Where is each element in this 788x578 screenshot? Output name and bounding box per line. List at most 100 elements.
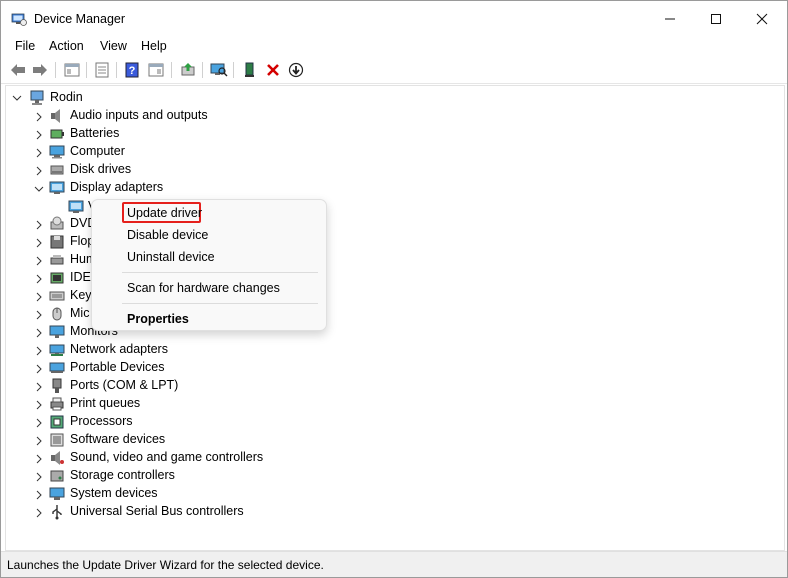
toolbar-separator <box>233 62 234 78</box>
menu-bar: File Action View Help <box>1 37 787 57</box>
toolbar-separator <box>202 62 203 78</box>
help-toolbar-button[interactable]: ? <box>122 60 142 80</box>
context-menu: Update driver Disable device Uninstall d… <box>91 199 327 331</box>
disable-device-icon <box>288 62 304 78</box>
tree-item-label[interactable]: Software devices <box>70 432 165 446</box>
menu-separator <box>122 303 318 304</box>
tree-item-label[interactable]: Batteries <box>70 126 119 140</box>
keyboard-icon <box>49 291 65 301</box>
update-driver-toolbar-button[interactable] <box>178 60 198 80</box>
chevron-right-icon[interactable] <box>34 364 44 374</box>
chevron-right-icon[interactable] <box>34 418 44 428</box>
svg-text:?: ? <box>129 65 136 77</box>
display-adapter-icon <box>49 181 65 194</box>
tree-item-label[interactable]: Universal Serial Bus controllers <box>70 504 244 518</box>
action-pane-icon <box>148 63 164 77</box>
chevron-right-icon[interactable] <box>34 328 44 338</box>
tree-item-label[interactable]: Ports (COM & LPT) <box>70 378 178 392</box>
menu-file[interactable]: File <box>14 39 36 53</box>
computer-icon <box>49 145 65 159</box>
chevron-right-icon[interactable] <box>34 112 44 122</box>
toolbar-separator <box>171 62 172 78</box>
tree-item-label[interactable]: Computer <box>70 144 125 158</box>
storage-icon <box>50 470 64 482</box>
tree-item-label[interactable]: Disk drives <box>70 162 131 176</box>
chevron-right-icon[interactable] <box>34 274 44 284</box>
tree-root-label[interactable]: Rodin <box>50 90 83 104</box>
uninstall-x-icon <box>267 64 279 76</box>
chevron-right-icon[interactable] <box>34 400 44 410</box>
chevron-right-icon[interactable] <box>34 454 44 464</box>
help-icon: ? <box>125 62 139 78</box>
chevron-right-icon[interactable] <box>34 220 44 230</box>
chevron-right-icon[interactable] <box>34 166 44 176</box>
disable-device-toolbar-button[interactable] <box>286 60 306 80</box>
tree-item-label[interactable]: Key <box>70 288 92 302</box>
forward-arrow-icon <box>33 64 47 76</box>
update-driver-icon <box>181 63 195 76</box>
tree-item-label[interactable]: Sound, video and game controllers <box>70 450 263 464</box>
toolbar-separator <box>55 62 56 78</box>
forward-button[interactable] <box>30 60 50 80</box>
chevron-down-icon[interactable] <box>34 184 44 194</box>
disk-icon <box>50 165 64 175</box>
tree-item-label[interactable]: Audio inputs and outputs <box>70 108 208 122</box>
enable-device-icon <box>245 62 254 77</box>
display-adapter-child-icon <box>68 200 84 213</box>
tree-item-label[interactable]: Portable Devices <box>70 360 165 374</box>
tree-item-label[interactable]: Mic <box>70 306 89 320</box>
maximize-icon <box>711 14 721 24</box>
chevron-right-icon[interactable] <box>34 382 44 392</box>
chevron-right-icon[interactable] <box>34 490 44 500</box>
chevron-right-icon[interactable] <box>34 436 44 446</box>
scan-hardware-menu-item[interactable]: Scan for hardware changes <box>127 281 280 295</box>
chevron-right-icon[interactable] <box>34 472 44 482</box>
chevron-right-icon[interactable] <box>34 256 44 266</box>
tree-item-label[interactable]: Print queues <box>70 396 140 410</box>
menu-view[interactable]: View <box>99 39 128 53</box>
chevron-right-icon[interactable] <box>34 310 44 320</box>
update-driver-menu-item[interactable]: Update driver <box>127 206 202 220</box>
device-manager-window: Device Manager File Action View Help ? R… <box>0 0 788 578</box>
tree-item-label[interactable]: IDE <box>70 270 91 284</box>
properties-menu-item[interactable]: Properties <box>127 312 189 326</box>
printer-icon <box>50 397 64 411</box>
enable-device-toolbar-button[interactable] <box>240 60 260 80</box>
tree-item-label[interactable]: Storage controllers <box>70 468 175 482</box>
chevron-right-icon[interactable] <box>34 238 44 248</box>
scan-hardware-toolbar-button[interactable] <box>209 60 229 80</box>
properties-toolbar-button[interactable] <box>92 60 112 80</box>
title-bar: Device Manager <box>1 1 787 37</box>
console-tree-icon <box>64 63 80 77</box>
tree-item-label[interactable]: Display adapters <box>70 180 163 194</box>
menu-help[interactable]: Help <box>140 39 168 53</box>
system-icon <box>49 487 65 500</box>
maximize-button[interactable] <box>693 1 739 37</box>
tree-item-label[interactable]: Network adapters <box>70 342 168 356</box>
back-button[interactable] <box>8 60 28 80</box>
show-hide-console-tree-button[interactable] <box>62 60 82 80</box>
speaker-icon <box>51 109 60 123</box>
chevron-right-icon[interactable] <box>34 148 44 158</box>
window-title: Device Manager <box>34 12 126 26</box>
close-button[interactable] <box>739 1 785 37</box>
tree-item-label[interactable]: System devices <box>70 486 158 500</box>
chevron-right-icon[interactable] <box>34 346 44 356</box>
menu-action[interactable]: Action <box>48 39 85 53</box>
disable-device-menu-item[interactable]: Disable device <box>127 228 208 242</box>
chevron-right-icon[interactable] <box>34 130 44 140</box>
minimize-icon <box>665 18 675 20</box>
sound-icon <box>51 451 64 465</box>
minimize-button[interactable] <box>647 1 693 37</box>
uninstall-device-menu-item[interactable]: Uninstall device <box>127 250 215 264</box>
chevron-down-icon[interactable] <box>12 93 22 103</box>
mouse-icon <box>52 307 62 321</box>
action-pane-button[interactable] <box>146 60 166 80</box>
computer-root-icon <box>30 90 44 105</box>
chevron-right-icon[interactable] <box>34 508 44 518</box>
tree-item-label[interactable]: Processors <box>70 414 133 428</box>
uninstall-device-toolbar-button[interactable] <box>263 60 283 80</box>
port-icon <box>52 378 62 393</box>
chevron-right-icon[interactable] <box>34 292 44 302</box>
close-icon <box>756 13 768 25</box>
